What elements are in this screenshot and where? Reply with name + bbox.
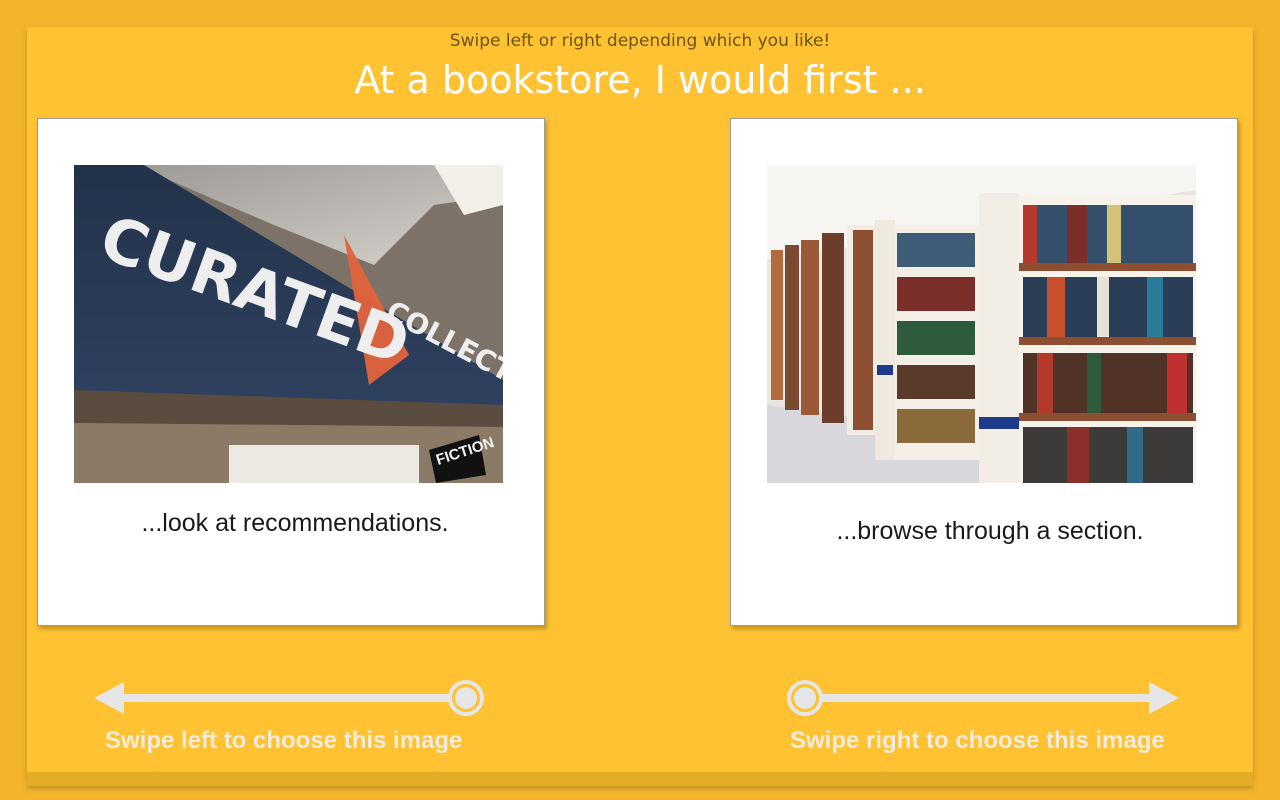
panel-bottom-edge: [27, 772, 1253, 786]
option-card-left[interactable]: FICTION CURATED COLLECTIONS ...look at r…: [37, 118, 545, 626]
option-card-right[interactable]: ...browse through a section.: [730, 118, 1238, 626]
library-shelves-photo: [767, 165, 1196, 483]
swipe-instruction: Swipe left or right depending which you …: [449, 31, 831, 51]
right-swipe-arrow-icon[interactable]: [783, 676, 1183, 720]
right-option-caption: ...browse through a section.: [836, 517, 1144, 545]
left-swipe-arrow-icon[interactable]: [90, 676, 490, 720]
swipe-screen: Swipe left or right depending which you …: [0, 0, 1280, 800]
swipe-right-hint: Swipe right to choose this image: [790, 727, 1165, 754]
library-shelves-illustration: [767, 165, 1196, 483]
swipe-left-hint: Swipe left to choose this image: [105, 727, 463, 754]
curated-collections-illustration: FICTION CURATED COLLECTIONS: [74, 165, 503, 483]
curated-collections-photo: FICTION CURATED COLLECTIONS: [74, 165, 503, 483]
question-title: At a bookstore, I would first ...: [354, 58, 926, 102]
left-option-caption: ...look at recommendations.: [141, 509, 449, 537]
